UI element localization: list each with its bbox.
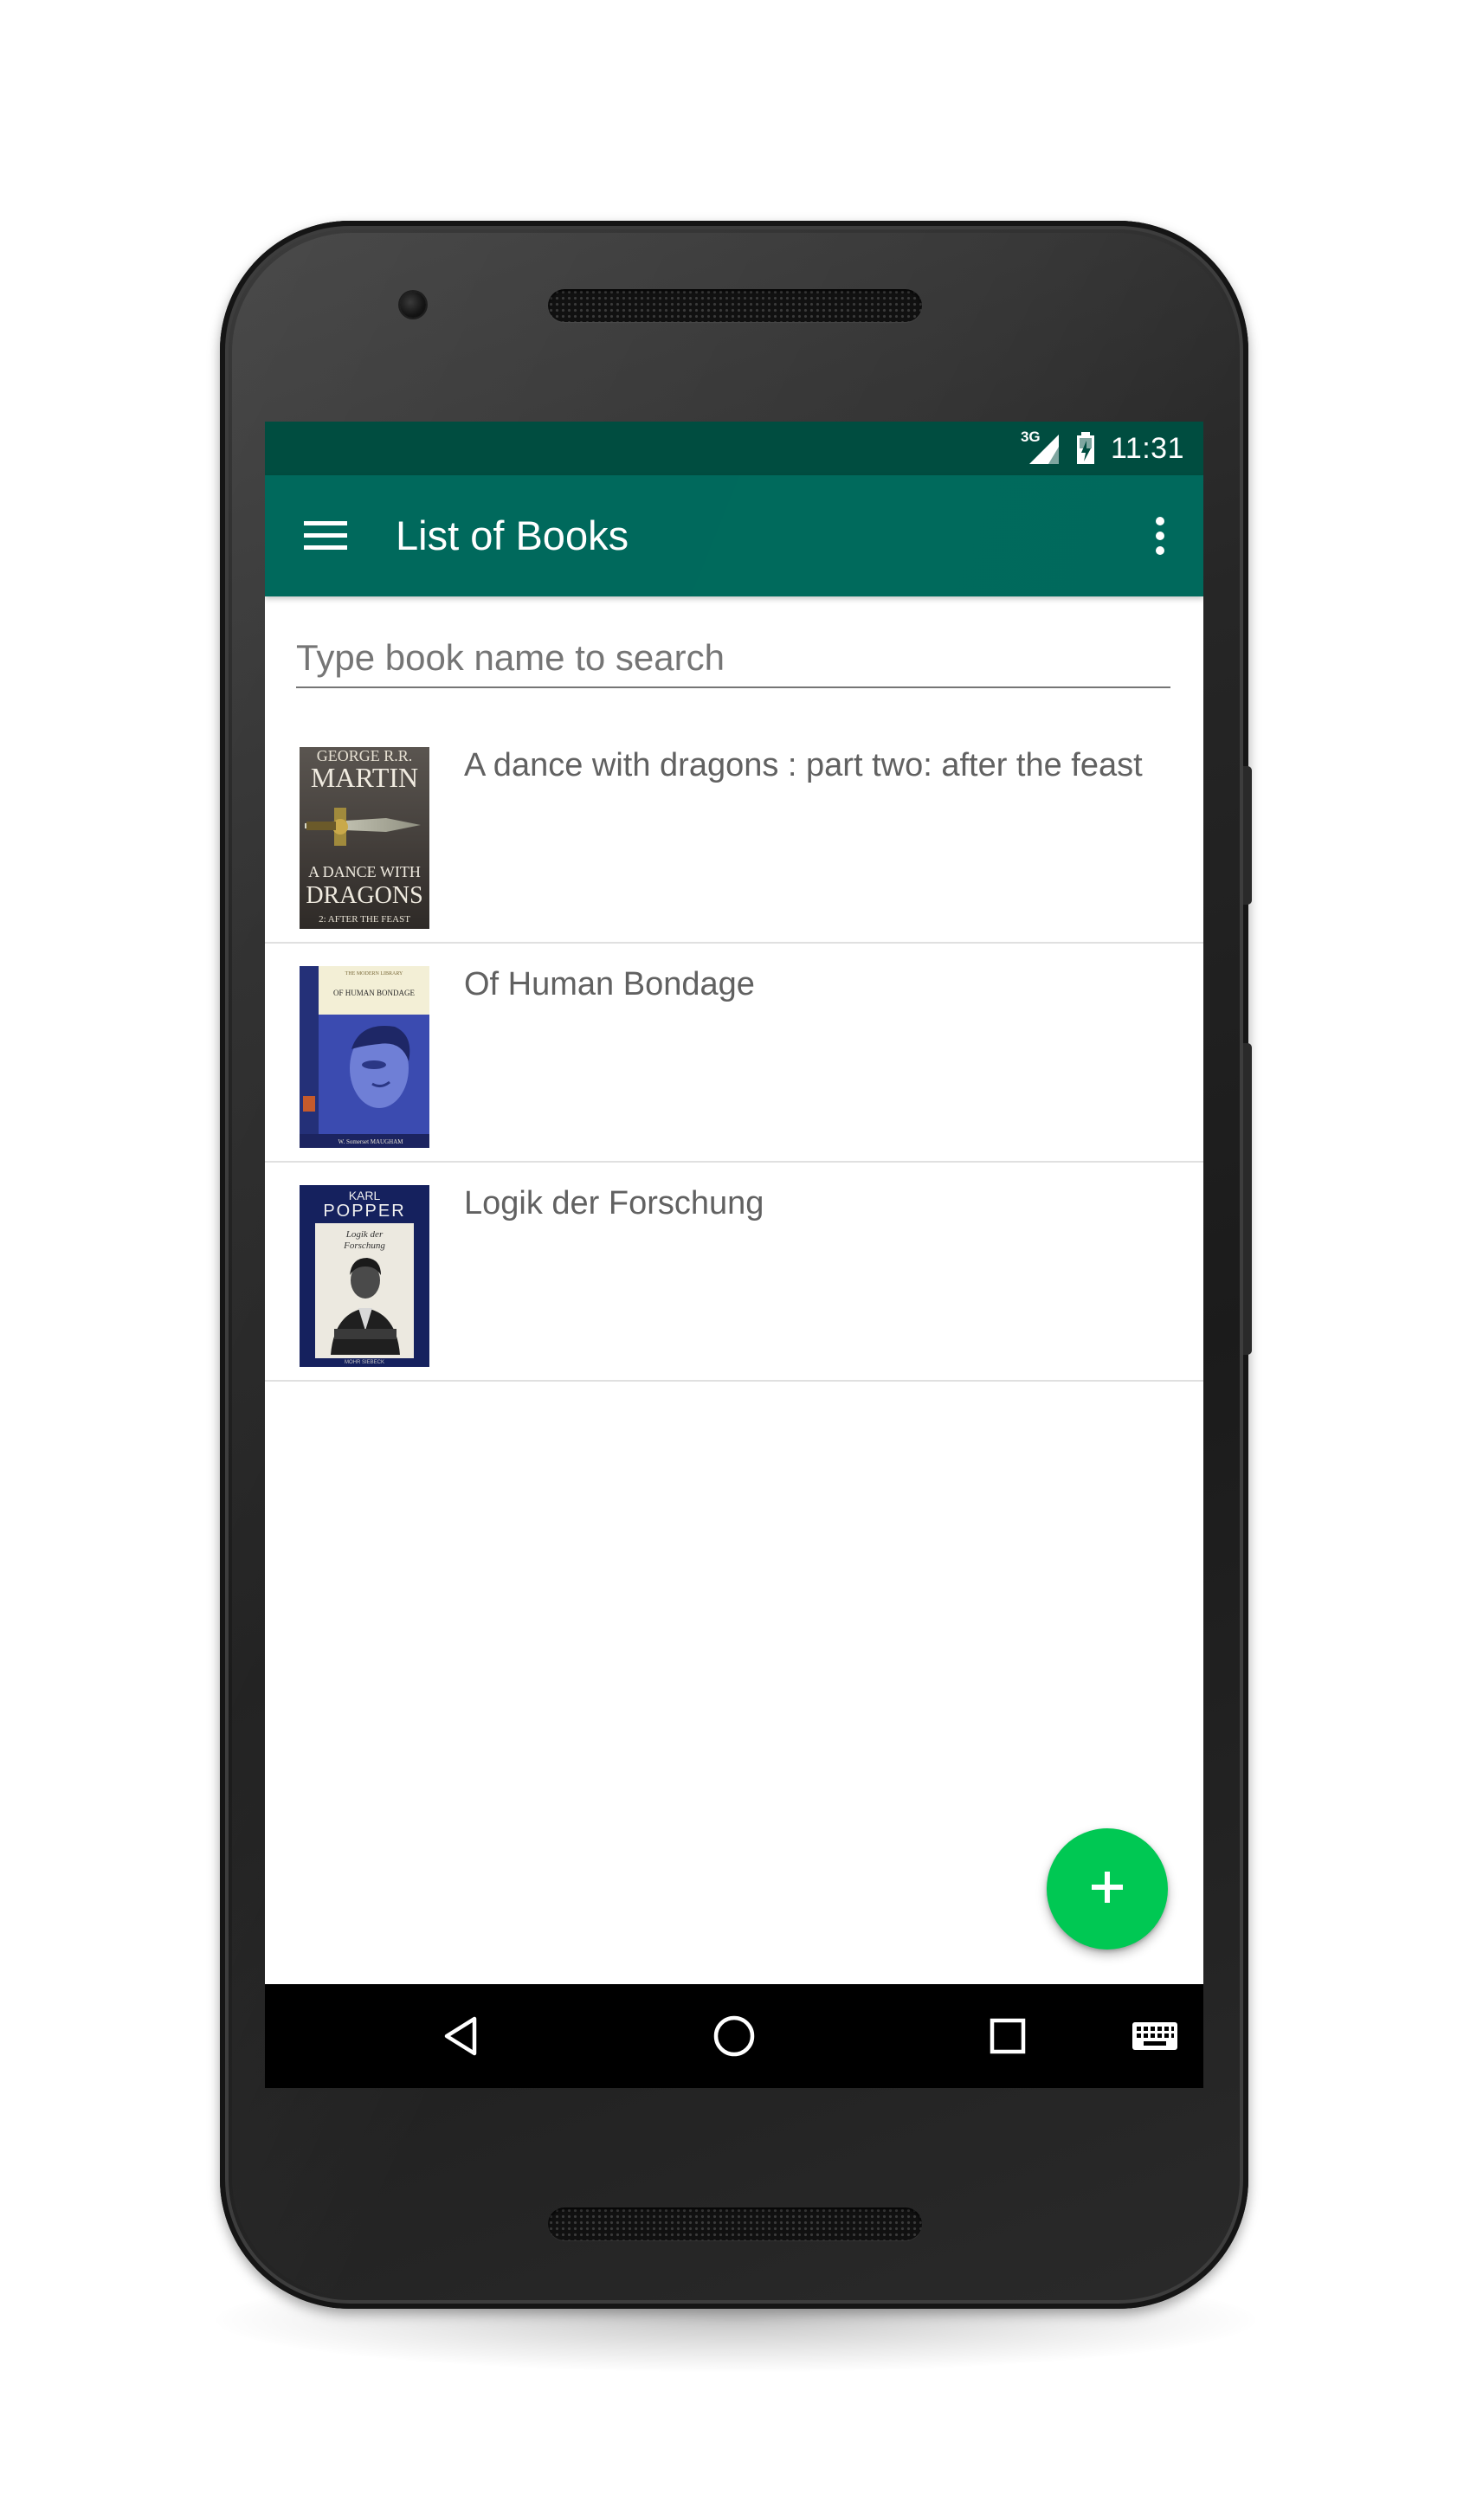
cover-subtitle: 2: AFTER THE FEAST [319, 914, 410, 925]
add-book-button[interactable] [1047, 1828, 1168, 1950]
book-cover-image: GEORGE R.R. MARTIN A DANCE WITH DRAGONS … [300, 747, 429, 929]
book-title: Logik der Forschung [464, 1185, 764, 1221]
list-item[interactable]: KARL POPPER Logik der Forschung MOHR SIE… [265, 1163, 1203, 1382]
system-nav-bar [265, 1984, 1203, 2088]
front-camera [400, 292, 426, 318]
power-button[interactable] [1243, 766, 1252, 905]
battery-charging-icon [1076, 432, 1095, 465]
search-input[interactable] [296, 629, 1170, 688]
cover-title-line1: Logik der [345, 1229, 384, 1240]
plus-icon [1088, 1868, 1126, 1911]
back-icon[interactable] [435, 2010, 487, 2062]
cover-title-line2: DRAGONS [306, 882, 422, 909]
cover-author-line1: KARL [349, 1189, 381, 1202]
bottom-speaker [548, 2207, 922, 2240]
cover-title-line2: Forschung [343, 1241, 385, 1251]
stage: 3G 11:31 List of Books Type book name to… [0, 0, 1470, 2520]
cover-footer: MOHR SIEBECK [345, 1360, 384, 1365]
cover-author: W. Somerset MAUGHAM [338, 1138, 404, 1145]
page-title: List of Books [396, 512, 629, 558]
volume-rocker[interactable] [1243, 1043, 1252, 1355]
cover-author-line2: MARTIN [311, 762, 418, 793]
book-list: GEORGE R.R. MARTIN A DANCE WITH DRAGONS … [265, 725, 1203, 1382]
book-cover-image: THE MODERN LIBRARY OF HUMAN BONDAGE W. S… [300, 966, 429, 1148]
cover-title-line1: A DANCE WITH [308, 863, 421, 880]
home-icon[interactable] [708, 2010, 760, 2062]
app-toolbar: List of Books [265, 475, 1203, 596]
hamburger-menu-icon[interactable] [300, 510, 351, 562]
book-cover-image: KARL POPPER Logik der Forschung MOHR SIE… [300, 1185, 429, 1367]
status-bar: 3G 11:31 [265, 422, 1203, 475]
cellular-signal-icon: 3G [1020, 429, 1061, 466]
list-item[interactable]: THE MODERN LIBRARY OF HUMAN BONDAGE W. S… [265, 944, 1203, 1163]
screen: 3G 11:31 List of Books Type book name to… [265, 422, 1203, 2088]
recents-icon[interactable] [982, 2010, 1034, 2062]
list-item[interactable]: GEORGE R.R. MARTIN A DANCE WITH DRAGONS … [265, 725, 1203, 944]
network-type-label: 3G [1020, 429, 1041, 445]
cover-author-line2: POPPER [323, 1202, 405, 1221]
earpiece-speaker [548, 289, 922, 322]
more-vert-icon[interactable] [1141, 510, 1179, 562]
cover-title: OF HUMAN BONDAGE [333, 989, 416, 997]
keyboard-icon[interactable] [1129, 2010, 1181, 2062]
book-title: A dance with dragons : part two: after t… [464, 747, 1143, 783]
status-icons: 3G 11:31 [1020, 422, 1184, 475]
cover-series: THE MODERN LIBRARY [345, 971, 403, 976]
status-clock: 11:31 [1110, 431, 1184, 465]
book-title: Of Human Bondage [464, 966, 755, 1002]
